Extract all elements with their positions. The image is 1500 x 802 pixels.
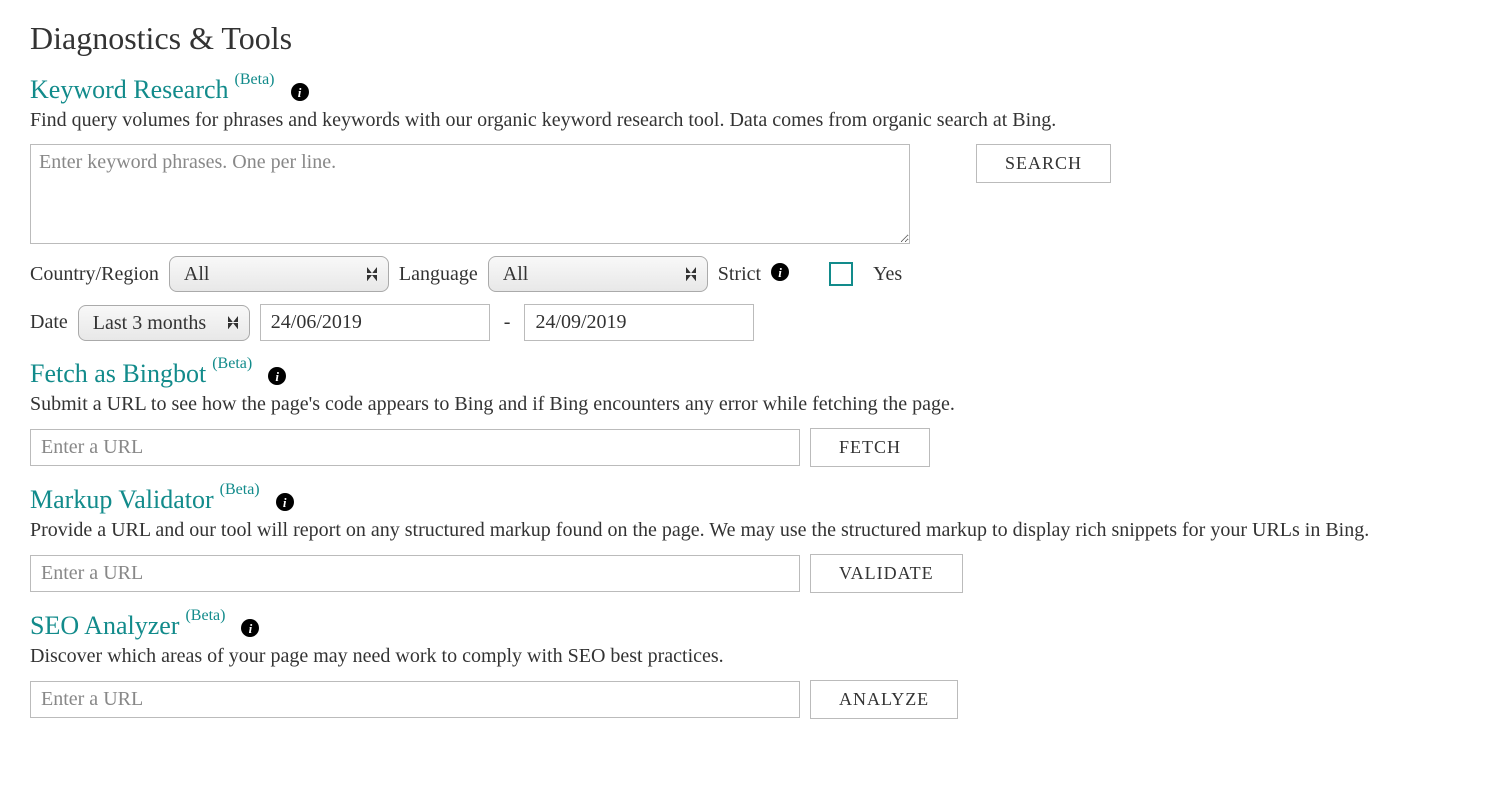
language-select[interactable]: All (488, 256, 708, 292)
date-label: Date (30, 311, 68, 334)
analyze-button[interactable]: ANALYZE (810, 680, 958, 719)
page-title: Diagnostics & Tools (30, 20, 1470, 57)
date-from-input[interactable] (260, 304, 490, 341)
markup-validator-section: Markup Validator (Beta) i Provide a URL … (30, 487, 1470, 593)
keyword-research-title[interactable]: Keyword Research (30, 77, 229, 103)
search-button[interactable]: SEARCH (976, 144, 1111, 183)
fetch-button[interactable]: FETCH (810, 428, 930, 467)
markup-url-input[interactable] (30, 555, 800, 592)
fetch-as-bingbot-title[interactable]: Fetch as Bingbot (30, 361, 206, 387)
fetch-url-input[interactable] (30, 429, 800, 466)
markup-validator-title[interactable]: Markup Validator (30, 487, 214, 513)
date-range-dash: - (500, 311, 515, 334)
strict-yes-label: Yes (873, 263, 902, 286)
markup-validator-desc: Provide a URL and our tool will report o… (30, 519, 1470, 542)
country-region-label: Country/Region (30, 263, 159, 286)
info-icon[interactable]: i (241, 619, 259, 637)
language-label: Language (399, 263, 478, 286)
fetch-as-bingbot-section: Fetch as Bingbot (Beta) i Submit a URL t… (30, 361, 1470, 467)
strict-label: Strict (718, 263, 761, 286)
date-range-select[interactable]: Last 3 months (78, 305, 250, 341)
fetch-as-bingbot-desc: Submit a URL to see how the page's code … (30, 393, 1470, 416)
beta-badge: (Beta) (235, 71, 275, 89)
keyword-research-desc: Find query volumes for phrases and keywo… (30, 109, 1470, 132)
keyword-research-section: Keyword Research (Beta) i Find query vol… (30, 77, 1470, 341)
country-region-select[interactable]: All (169, 256, 389, 292)
info-icon[interactable]: i (771, 263, 789, 281)
date-to-input[interactable] (524, 304, 754, 341)
seo-analyzer-desc: Discover which areas of your page may ne… (30, 645, 1470, 668)
seo-url-input[interactable] (30, 681, 800, 718)
validate-button[interactable]: VALIDATE (810, 554, 963, 593)
info-icon[interactable]: i (268, 367, 286, 385)
seo-analyzer-title[interactable]: SEO Analyzer (30, 613, 179, 639)
info-icon[interactable]: i (291, 83, 309, 101)
strict-yes-checkbox[interactable] (829, 262, 853, 286)
beta-badge: (Beta) (185, 607, 225, 625)
info-icon[interactable]: i (276, 493, 294, 511)
seo-analyzer-section: SEO Analyzer (Beta) i Discover which are… (30, 613, 1470, 719)
beta-badge: (Beta) (220, 481, 260, 499)
keyword-phrases-textarea[interactable] (30, 144, 910, 244)
beta-badge: (Beta) (212, 355, 252, 373)
